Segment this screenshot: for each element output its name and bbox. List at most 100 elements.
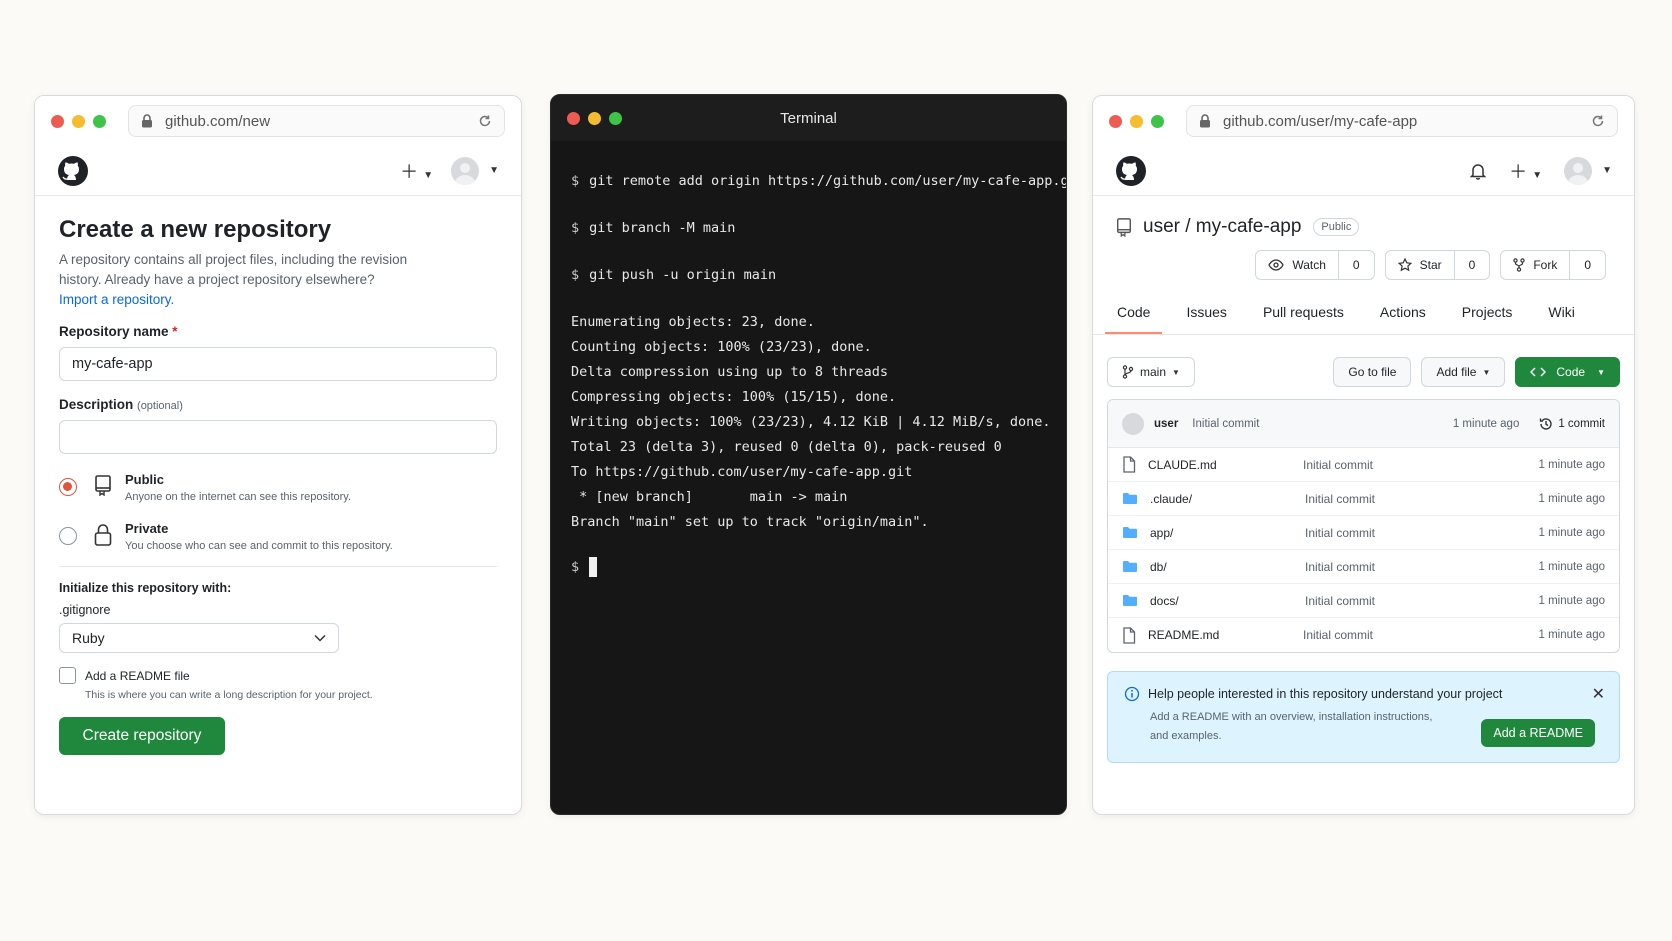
file-commit-message[interactable]: Initial commit	[1305, 492, 1375, 506]
add-file-button[interactable]: Add file ▼	[1421, 357, 1506, 387]
code-icon	[1530, 367, 1547, 377]
visibility-badge: Public	[1313, 218, 1360, 236]
tab-actions[interactable]: Actions	[1368, 294, 1438, 334]
description-input[interactable]	[59, 420, 497, 454]
tab-projects[interactable]: Projects	[1450, 294, 1525, 334]
import-repository-link[interactable]: Import a repository.	[59, 290, 497, 310]
file-row[interactable]: README.md Initial commit 1 minute ago	[1108, 618, 1619, 652]
lock-icon	[94, 524, 112, 546]
fork-button[interactable]: Fork 0	[1500, 250, 1606, 280]
plus-icon: ＋	[1509, 161, 1528, 182]
file-name[interactable]: db/	[1150, 560, 1305, 574]
lock-icon	[142, 114, 152, 128]
close-icon[interactable]: ✕	[1592, 684, 1605, 704]
visibility-public-option[interactable]: Public Anyone on the internet can see th…	[59, 472, 497, 503]
new-menu-button[interactable]: ＋ ▼	[1509, 158, 1542, 184]
file-commit-message[interactable]: Initial commit	[1303, 458, 1373, 472]
watch-button[interactable]: Watch 0	[1255, 250, 1375, 280]
address-bar[interactable]: github.com/user/my-cafe-app	[1186, 105, 1618, 137]
minimize-window-button[interactable]	[1130, 114, 1143, 128]
go-to-file-button[interactable]: Go to file	[1333, 357, 1412, 387]
github-logo-icon[interactable]	[1115, 155, 1147, 187]
private-radio[interactable]	[59, 527, 77, 545]
reload-icon[interactable]	[1591, 114, 1605, 128]
description-label: Description (optional)	[59, 397, 497, 412]
reload-icon[interactable]	[478, 114, 492, 128]
terminal-output-line: Writing objects: 100% (23/23), 4.12 KiB …	[571, 414, 1051, 430]
plus-icon: ＋	[400, 161, 419, 182]
file-row[interactable]: db/Initial commit 1 minute ago	[1108, 550, 1619, 584]
repo-icon	[1116, 218, 1132, 237]
repo-icon	[95, 475, 111, 496]
new-repo-form: Create a new repository A repository con…	[35, 216, 521, 755]
terminal-output-line: Enumerating objects: 23, done.	[571, 314, 815, 330]
user-menu-button[interactable]: ▼	[1564, 156, 1612, 185]
file-commit-time: 1 minute ago	[1538, 458, 1606, 471]
new-menu-button[interactable]: ＋ ▼	[400, 158, 433, 184]
file-row[interactable]: app/Initial commit 1 minute ago	[1108, 516, 1619, 550]
star-count: 0	[1468, 258, 1476, 272]
repo-name-input[interactable]: my-cafe-app	[59, 347, 497, 381]
commit-user[interactable]: user	[1154, 418, 1178, 430]
commit-history-link[interactable]: 1 commit	[1539, 417, 1605, 431]
chevron-down-icon: ▼	[1172, 367, 1180, 377]
bell-icon[interactable]	[1469, 162, 1487, 180]
readme-checkbox[interactable]	[59, 667, 76, 684]
file-row[interactable]: docs/Initial commit 1 minute ago	[1108, 584, 1619, 618]
create-repository-button[interactable]: Create repository	[59, 717, 225, 755]
fork-icon	[1513, 258, 1526, 272]
browser-chrome: github.com/new	[35, 96, 521, 146]
maximize-window-button[interactable]	[1151, 114, 1164, 128]
public-radio[interactable]	[59, 478, 77, 496]
callout-subtitle: Add a README with an overview, installat…	[1150, 711, 1433, 742]
close-window-button[interactable]	[51, 114, 64, 128]
chevron-down-icon: ▼	[1597, 367, 1605, 377]
user-menu-button[interactable]: ▼	[451, 156, 499, 185]
star-button[interactable]: Star 0	[1384, 250, 1491, 280]
file-commit-message[interactable]: Initial commit	[1303, 628, 1373, 642]
file-name[interactable]: README.md	[1148, 628, 1303, 642]
watch-label: Watch	[1292, 258, 1326, 272]
chevron-down-icon	[314, 634, 326, 642]
readme-option[interactable]: Add a README file	[59, 667, 497, 684]
terminal-command-text: git branch -M main	[589, 220, 736, 236]
callout-title-text: Help people interested in this repositor…	[1148, 687, 1503, 701]
tab-pull-requests[interactable]: Pull requests	[1251, 294, 1356, 334]
gitignore-label: .gitignore	[59, 603, 111, 617]
browser-chrome: github.com/user/my-cafe-app	[1093, 96, 1634, 146]
initialize-label: Initialize this repository with:	[59, 581, 232, 595]
file-name[interactable]: CLAUDE.md	[1148, 458, 1303, 472]
file-row[interactable]: .claude/Initial commit 1 minute ago	[1108, 482, 1619, 516]
address-bar[interactable]: github.com/new	[128, 105, 505, 137]
add-readme-button[interactable]: Add a README	[1481, 719, 1595, 747]
repo-path-link[interactable]: user / my-cafe-app	[1143, 216, 1301, 238]
tab-wiki[interactable]: Wiki	[1536, 294, 1586, 334]
file-name[interactable]: docs/	[1150, 594, 1305, 608]
file-commit-message[interactable]: Initial commit	[1305, 560, 1375, 574]
folder-icon	[1123, 561, 1137, 572]
terminal-title: Terminal	[780, 109, 837, 127]
readme-subtitle: This is where you can write a long descr…	[85, 689, 373, 701]
github-logo-icon[interactable]	[57, 155, 89, 187]
lock-icon	[1200, 114, 1210, 128]
commit-message[interactable]: Initial commit	[1192, 418, 1259, 430]
visibility-private-option[interactable]: Private You choose who can see and commi…	[59, 521, 497, 552]
tab-issues[interactable]: Issues	[1174, 294, 1238, 334]
file-row[interactable]: CLAUDE.md Initial commit 1 minute ago	[1108, 448, 1619, 482]
gitignore-select[interactable]: Ruby	[59, 623, 339, 653]
gitignore-value: Ruby	[72, 630, 105, 646]
close-window-button[interactable]	[1109, 114, 1122, 128]
tab-code[interactable]: Code	[1105, 294, 1163, 334]
code-button[interactable]: Code ▼	[1515, 357, 1620, 387]
chevron-down-icon: ▼	[1482, 367, 1491, 377]
file-name[interactable]: app/	[1150, 526, 1305, 540]
minimize-window-button[interactable]	[72, 114, 85, 128]
file-commit-message[interactable]: Initial commit	[1305, 594, 1375, 608]
terminal-output[interactable]: $ git remote add origin https://github.co…	[551, 141, 1066, 608]
branch-selector[interactable]: main ▼	[1107, 357, 1195, 387]
maximize-window-button[interactable]	[93, 114, 106, 128]
file-commit-message[interactable]: Initial commit	[1305, 526, 1375, 540]
branch-icon	[1122, 365, 1134, 379]
file-name[interactable]: .claude/	[1150, 492, 1305, 506]
terminal-input-line[interactable]: $	[571, 555, 1046, 580]
